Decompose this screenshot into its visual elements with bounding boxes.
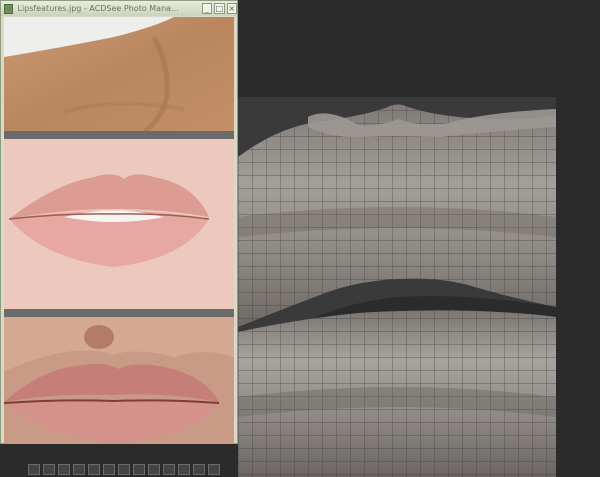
neck-skin-photo (4, 17, 234, 131)
toolbar-tool-icon[interactable] (73, 464, 85, 475)
lips-closed-photo (4, 139, 234, 309)
bottom-toolbar (24, 462, 240, 477)
app-icon (4, 3, 14, 14)
toolbar-tool-icon[interactable] (193, 464, 205, 475)
maximize-button[interactable]: □ (214, 3, 225, 14)
lips-closed-photo-icon (4, 139, 234, 309)
lips-parted-photo-icon (4, 317, 234, 444)
toolbar-tool-icon[interactable] (208, 464, 220, 475)
toolbar-tool-icon[interactable] (88, 464, 100, 475)
toolbar-tool-icon[interactable] (43, 464, 55, 475)
photo-separator (4, 309, 234, 317)
window-title-bar[interactable]: Lipsfeatures.jpg - ACDSee Photo Mana... … (1, 1, 237, 16)
neck-skin-photo-icon (4, 17, 234, 131)
toolbar-tool-icon[interactable] (178, 464, 190, 475)
minimize-button[interactable]: _ (201, 3, 213, 14)
toolbar-tool-icon[interactable] (103, 464, 115, 475)
photo-area (4, 17, 234, 444)
photo-viewer-window[interactable]: Lipsfeatures.jpg - ACDSee Photo Mana... … (0, 0, 238, 444)
lip-mesh-wireframe-icon (238, 104, 556, 477)
3d-viewport[interactable] (238, 97, 556, 477)
toolbar-tool-icon[interactable] (28, 464, 40, 475)
toolbar-tool-icon[interactable] (163, 464, 175, 475)
photo-separator (4, 131, 234, 139)
toolbar-tool-icon[interactable] (58, 464, 70, 475)
close-button[interactable]: × (226, 3, 237, 14)
toolbar-tool-icon[interactable] (148, 464, 160, 475)
lips-parted-photo (4, 317, 234, 444)
toolbar-tool-icon[interactable] (133, 464, 145, 475)
window-title: Lipsfeatures.jpg - ACDSee Photo Mana... (17, 4, 179, 13)
toolbar-tool-icon[interactable] (118, 464, 130, 475)
